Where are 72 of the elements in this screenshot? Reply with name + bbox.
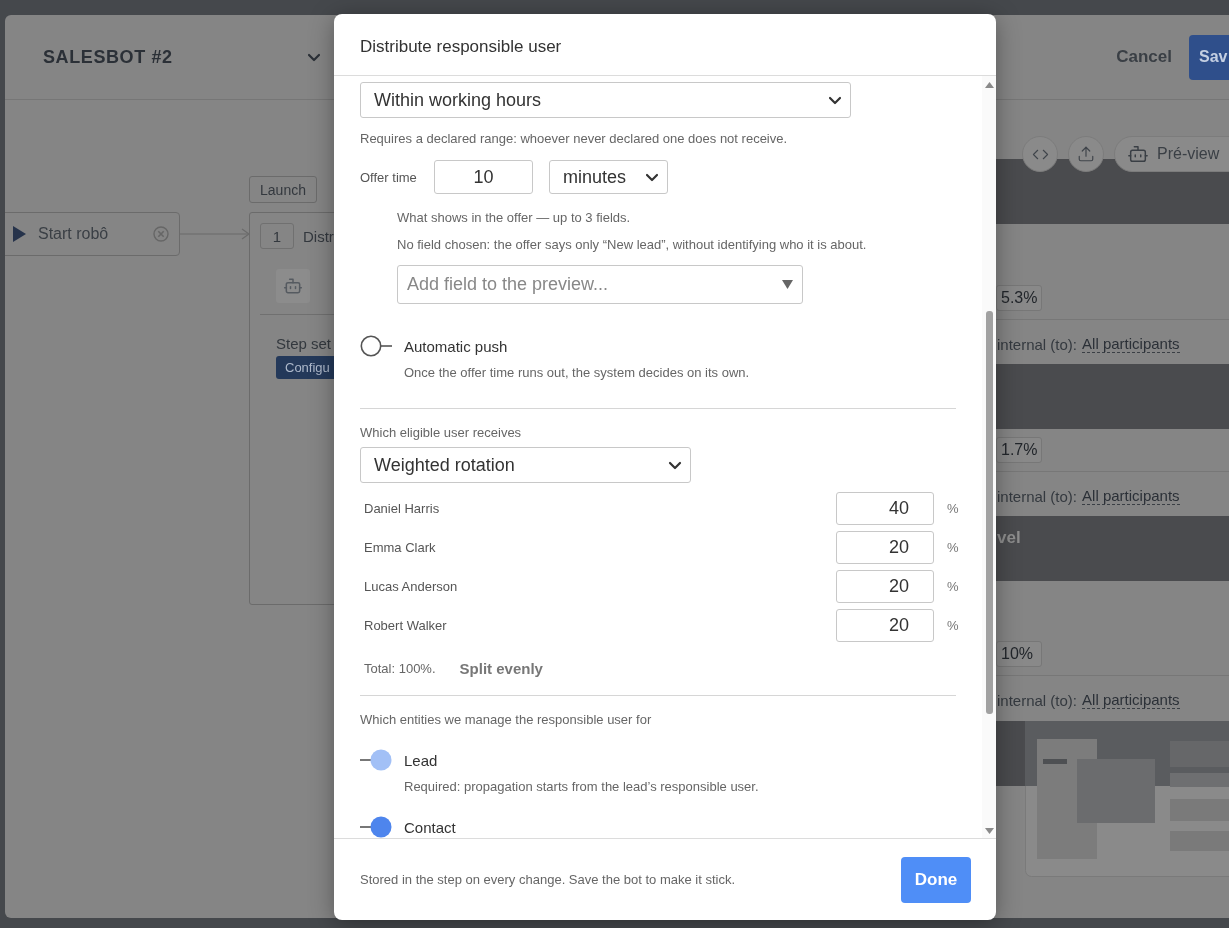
cancel-button[interactable]: Cancel: [1116, 47, 1172, 67]
user-name: Lucas Anderson: [363, 579, 459, 594]
percent-value-field[interactable]: 1.7%: [996, 437, 1042, 463]
split-evenly-button[interactable]: Split evenly: [459, 659, 543, 677]
schedule-select[interactable]: Within working hours: [360, 82, 851, 118]
scroll-down-icon[interactable]: [984, 828, 994, 834]
user-name: Emma Clark: [363, 540, 437, 555]
rotation-select[interactable]: Weighted rotation: [360, 447, 691, 483]
toggle-switch[interactable]: [360, 816, 392, 838]
recipients-link[interactable]: All participants: [1082, 487, 1180, 505]
user-name: Daniel Harris: [363, 501, 441, 516]
weight-input[interactable]: 20: [836, 531, 934, 564]
chevron-down-icon: [645, 172, 659, 182]
percent-sign: %: [947, 540, 956, 555]
percent-sign: %: [947, 618, 956, 633]
robot-icon: [276, 269, 310, 303]
recipients-link[interactable]: All participants: [1082, 691, 1180, 709]
connector-arrow: [180, 228, 250, 240]
schedule-hint: Requires a declared range: whoever never declared one does not receive.: [360, 131, 789, 147]
caret-icon: [782, 280, 793, 289]
weight-input[interactable]: 20: [836, 570, 934, 603]
upload-button[interactable]: [1068, 136, 1104, 172]
footer-note: Stored in the step on every change. Save the bot to make it stick.: [360, 872, 736, 887]
preview-field-select[interactable]: Add field to the preview...: [397, 265, 803, 304]
toggle-description: Once the offer time runs out, the system decides on its own.: [404, 365, 751, 381]
upload-icon: [1077, 145, 1095, 163]
chevron-down-icon: [828, 95, 842, 105]
recipients-link[interactable]: All participants: [1082, 335, 1180, 353]
start-node[interactable]: Start robô: [5, 212, 180, 256]
dialog-title: Distribute responsible user: [360, 36, 562, 57]
save-button[interactable]: Sav: [1189, 34, 1229, 80]
done-button[interactable]: Done: [901, 856, 971, 903]
user-name: Robert Walker: [363, 618, 448, 633]
chevron-down-icon: [307, 52, 321, 62]
percent-value-field[interactable]: 10%: [996, 641, 1042, 667]
play-icon: [13, 226, 26, 242]
offer-time-input[interactable]: 10: [434, 160, 533, 194]
section-label: Which eligible user receives: [360, 425, 523, 441]
recipients-label: internal (to):: [997, 691, 1078, 709]
section-label: Which entities we manage the responsible user for: [360, 712, 653, 728]
scrollbar-thumb[interactable]: [985, 311, 993, 714]
start-node-label: Start robô: [38, 225, 110, 243]
scrollbar[interactable]: [982, 76, 996, 838]
step-settings-label: Step set: [276, 335, 333, 352]
percent-sign: %: [947, 579, 956, 594]
banner-bar: [996, 721, 1025, 786]
scroll-up-icon[interactable]: [984, 82, 994, 88]
step-title: Distr: [303, 227, 334, 245]
toggle-label: Lead: [404, 751, 438, 769]
time-unit-select[interactable]: minutes: [549, 160, 668, 194]
chevron-down-icon: [668, 460, 682, 470]
percent-sign: %: [947, 501, 956, 516]
toggle-label: Automatic push: [404, 337, 508, 355]
recipients-label: internal (to):: [997, 335, 1078, 353]
step-number: 1: [260, 223, 294, 249]
banner-heading: vel: [997, 528, 1021, 547]
preview-fields-note: No field chosen: the offer says only “New lead”, without identifying who it is about.: [397, 237, 868, 253]
code-button[interactable]: [1022, 136, 1058, 172]
robot-icon: [1127, 143, 1149, 165]
bot-title: SALESBOT #2: [43, 46, 173, 68]
preview-button[interactable]: Pré-view: [1114, 136, 1229, 172]
total-text: Total: 100%.: [364, 660, 436, 676]
launch-tag: Launch: [249, 176, 317, 203]
toggle-description: Required: propagation starts from the lead’s responsible user.: [404, 779, 760, 795]
offer-time-label: Offer time: [360, 169, 418, 185]
percent-value-field[interactable]: 5.3%: [996, 285, 1042, 311]
weight-input[interactable]: 40: [836, 492, 934, 525]
weight-input[interactable]: 20: [836, 609, 934, 642]
toggle-switch[interactable]: [360, 335, 392, 357]
preview-fields-hint: What shows in the offer — up to 3 fields.: [397, 210, 632, 226]
recipients-label: internal (to):: [997, 487, 1078, 505]
toggle-label: Contact: [404, 818, 456, 836]
